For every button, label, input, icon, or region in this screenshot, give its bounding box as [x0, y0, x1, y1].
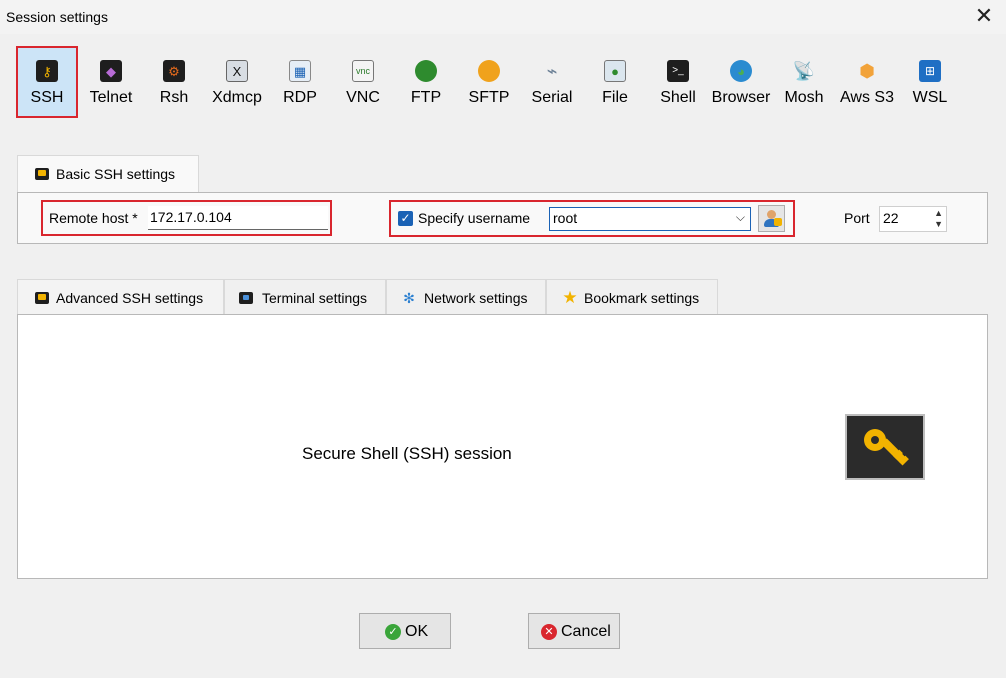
tab-label: Advanced SSH settings: [56, 290, 204, 306]
remote-host-input[interactable]: 172.17.0.104: [148, 206, 328, 230]
chevron-down-icon[interactable]: ⌵: [736, 210, 745, 225]
star-icon: ★: [562, 288, 578, 307]
port-label: Port: [844, 210, 870, 226]
tab-bookmark-settings[interactable]: ★ Bookmark settings: [546, 279, 718, 315]
session-type-mosh[interactable]: 📡 Mosh: [773, 46, 835, 118]
username-value: root: [553, 210, 578, 226]
wsl-icon: ⊞: [919, 60, 941, 82]
title-bar: Session settings ✕: [0, 0, 1006, 34]
session-type-ssh[interactable]: ⚷ SSH: [16, 46, 78, 118]
x-circle-icon: ✕: [541, 624, 557, 640]
rsh-icon: ⚙: [163, 60, 185, 82]
user-credentials-button[interactable]: [758, 205, 785, 232]
session-description: Secure Shell (SSH) session: [302, 444, 512, 463]
serial-icon: ⌁: [546, 61, 558, 81]
spin-arrows-icon[interactable]: ▲ ▼: [934, 208, 943, 230]
rdp-icon: ▦: [289, 60, 311, 82]
tab-label: Bookmark settings: [584, 290, 700, 306]
tab-basic-ssh-settings[interactable]: Basic SSH settings: [17, 155, 199, 193]
xdmcp-icon: X: [226, 60, 248, 82]
vnc-icon: vnc: [352, 60, 374, 82]
ok-button[interactable]: ✓ OK: [359, 613, 451, 649]
session-type-vnc[interactable]: vnc VNC: [332, 46, 394, 118]
browser-icon: ◕: [730, 60, 752, 82]
tab-terminal-settings[interactable]: Terminal settings: [224, 279, 386, 315]
cancel-button[interactable]: ✕ Cancel: [528, 613, 620, 649]
shell-icon: >_: [667, 60, 689, 82]
terminal-icon: [239, 292, 253, 304]
session-type-label: WSL: [912, 89, 948, 106]
port-value: 22: [883, 210, 899, 226]
remote-host-label: Remote host *: [49, 210, 138, 226]
network-icon: ✻: [403, 290, 415, 306]
telnet-icon: ◆: [100, 60, 122, 82]
session-type-rdp[interactable]: ▦ RDP: [269, 46, 331, 118]
session-type-toolbar: ⚷ SSH ◆ Telnet ⚙ Rsh X Xdmcp ▦ RDP vnc V…: [16, 46, 966, 120]
session-type-wsl[interactable]: ⊞ WSL: [899, 46, 961, 118]
key-icon: [35, 168, 49, 180]
session-type-browser[interactable]: ◕ Browser: [710, 46, 772, 118]
tab-advanced-ssh-settings[interactable]: Advanced SSH settings: [17, 279, 224, 315]
tab-label: Basic SSH settings: [56, 166, 176, 182]
cancel-label: Cancel: [561, 623, 611, 640]
specify-username-label: Specify username: [418, 210, 531, 226]
session-type-ftp[interactable]: FTP: [395, 46, 457, 118]
username-combobox[interactable]: root ⌵: [549, 207, 751, 231]
close-icon[interactable]: ✕: [974, 5, 994, 27]
session-type-shell[interactable]: >_ Shell: [647, 46, 709, 118]
window-title: Session settings: [6, 9, 108, 25]
key-icon: [845, 414, 925, 480]
session-type-sftp[interactable]: SFTP: [458, 46, 520, 118]
sftp-icon: [478, 60, 500, 82]
tab-network-settings[interactable]: ✻ Network settings: [386, 279, 546, 315]
file-icon: ●: [604, 60, 626, 82]
tab-label: Network settings: [424, 290, 528, 306]
key-icon: [35, 292, 49, 304]
session-type-serial[interactable]: ⌁ Serial: [521, 46, 583, 118]
mosh-icon: 📡: [792, 61, 816, 81]
ftp-icon: [415, 60, 437, 82]
session-type-telnet[interactable]: ◆ Telnet: [80, 46, 142, 118]
key-icon: ⚷: [36, 60, 58, 82]
port-spinbox[interactable]: 22 ▲ ▼: [879, 206, 947, 232]
session-type-file[interactable]: ● File: [584, 46, 646, 118]
session-type-rsh[interactable]: ⚙ Rsh: [143, 46, 205, 118]
check-circle-icon: ✓: [385, 624, 401, 640]
aws-s3-icon: ⬢: [859, 61, 875, 81]
tab-label: Terminal settings: [262, 290, 368, 306]
session-type-xdmcp[interactable]: X Xdmcp: [206, 46, 268, 118]
ok-label: OK: [405, 623, 429, 640]
specify-username-checkbox[interactable]: ✓: [398, 211, 413, 226]
session-type-aws-s3[interactable]: ⬢ Aws S3: [836, 46, 898, 118]
